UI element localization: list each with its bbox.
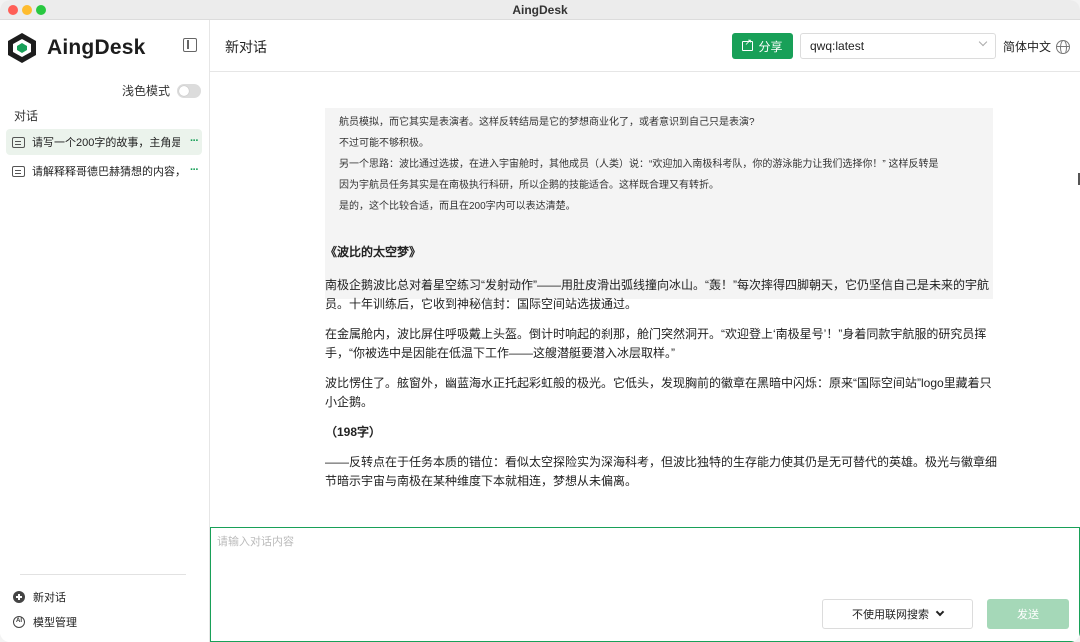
share-button[interactable]: 分享 bbox=[732, 33, 793, 59]
assistant-answer: 《波比的太空梦》 南极企鹅波比总对着星空练习“发射动作”——用肚皮滑出弧线撞向冰… bbox=[325, 243, 997, 502]
more-options-icon[interactable]: ··· bbox=[190, 135, 199, 147]
ai-icon: AI bbox=[13, 616, 25, 628]
globe-icon bbox=[1056, 39, 1071, 54]
thinking-line: 因为宇航员任务其实是在南极执行科研，所以企鹅的技能适合。这样既合理又有转折。 bbox=[339, 180, 719, 191]
model-select[interactable]: qwq:latest bbox=[800, 33, 996, 59]
word-count: （198字） bbox=[325, 425, 382, 439]
app-window: AingDesk AingDesk 浅色模式 对话 请写一个200字的故事，主角… bbox=[0, 0, 1080, 642]
light-mode-label: 浅色模式 bbox=[121, 84, 170, 98]
chat-item-label: 请写一个200字的故事，主角是一只企鹅 bbox=[32, 137, 180, 149]
chat-messages: 航员模拟，而它其实是表演者。这样反转结局是它的梦想商业化了，或者意识到自己只是表… bbox=[210, 73, 1080, 527]
chevron-down-icon bbox=[978, 37, 988, 47]
thinking-line: 另一个思路：波比通过选拔，在进入宇宙舱时，其他成员（人类）说：“欢迎加入南极科考… bbox=[339, 159, 939, 170]
share-label: 分享 bbox=[758, 39, 783, 54]
chat-header: 新对话 分享 qwq:latest 简体中文 bbox=[210, 20, 1080, 72]
page-title: 新对话 bbox=[225, 39, 267, 55]
answer-paragraph: 波比愣住了。舷窗外，幽蓝海水正托起彩虹般的极光。它低头，发现胸前的徽章在黑暗中闪… bbox=[325, 376, 992, 409]
more-options-icon[interactable]: ··· bbox=[190, 164, 199, 176]
title-bar: AingDesk bbox=[0, 0, 1080, 20]
window-title: AingDesk bbox=[512, 3, 568, 17]
app-logo: AingDesk bbox=[6, 32, 145, 64]
story-title: 《波比的太空梦》 bbox=[325, 245, 422, 259]
light-mode-toggle[interactable] bbox=[177, 83, 201, 98]
model-management-button[interactable]: AI 模型管理 bbox=[13, 614, 77, 630]
chat-list-item[interactable]: 请解释释哥德巴赫猜想的内容，并举例 ··· bbox=[6, 158, 202, 184]
chat-list-item[interactable]: 请写一个200字的故事，主角是一只企鹅 ··· bbox=[6, 129, 202, 155]
share-icon bbox=[742, 37, 754, 51]
language-switcher[interactable]: 简体中文 bbox=[1003, 38, 1071, 55]
conversations-heading: 对话 bbox=[14, 109, 39, 123]
thinking-line: 是的，这个比较合适，而且在200字内可以表达清楚。 bbox=[339, 201, 576, 212]
new-chat-label: 新对话 bbox=[33, 592, 66, 604]
chevron-down-icon bbox=[935, 607, 945, 617]
answer-closing: ——反转点在于任务本质的错位：看似太空探险实为深海科考，但波比独特的生存能力使其… bbox=[325, 455, 998, 488]
sidebar-collapse-icon[interactable] bbox=[183, 38, 197, 52]
language-label: 简体中文 bbox=[1003, 40, 1052, 54]
chat-bubble-icon bbox=[12, 165, 25, 177]
model-management-label: 模型管理 bbox=[33, 617, 77, 629]
answer-paragraph: 南极企鹅波比总对着星空练习“发射动作”——用肚皮滑出弧线撞向冰山。“轰！”每次摔… bbox=[325, 278, 989, 311]
logo-text: AingDesk bbox=[47, 36, 146, 59]
sidebar: AingDesk 浅色模式 对话 请写一个200字的故事，主角是一只企鹅 ···… bbox=[0, 20, 210, 642]
sidebar-divider bbox=[20, 574, 186, 575]
toggle-knob bbox=[179, 85, 189, 96]
send-button[interactable]: 发送 bbox=[987, 599, 1069, 629]
web-search-select[interactable]: 不使用联网搜索 bbox=[822, 599, 973, 629]
message-input-area: 不使用联网搜索 发送 bbox=[210, 527, 1080, 642]
message-input[interactable] bbox=[217, 533, 1067, 593]
light-mode-setting: 浅色模式 bbox=[122, 82, 201, 99]
chat-bubble-icon bbox=[12, 136, 25, 148]
thinking-line: 航员模拟，而它其实是表演者。这样反转结局是它的梦想商业化了，或者意识到自己只是表… bbox=[339, 117, 755, 128]
new-chat-button[interactable]: 新对话 bbox=[13, 589, 66, 605]
plus-circle-icon bbox=[13, 591, 25, 603]
logo-icon bbox=[8, 33, 36, 63]
model-select-value: qwq:latest bbox=[810, 39, 865, 53]
web-search-value: 不使用联网搜索 bbox=[852, 609, 929, 621]
chat-item-label: 请解释释哥德巴赫猜想的内容，并举例 bbox=[32, 166, 180, 178]
thinking-line: 不过可能不够积极。 bbox=[339, 138, 429, 149]
answer-paragraph: 在金属舱内，波比屏住呼吸戴上头盔。倒计时响起的刹那，舱门突然洞开。“欢迎登上‘南… bbox=[325, 327, 987, 360]
